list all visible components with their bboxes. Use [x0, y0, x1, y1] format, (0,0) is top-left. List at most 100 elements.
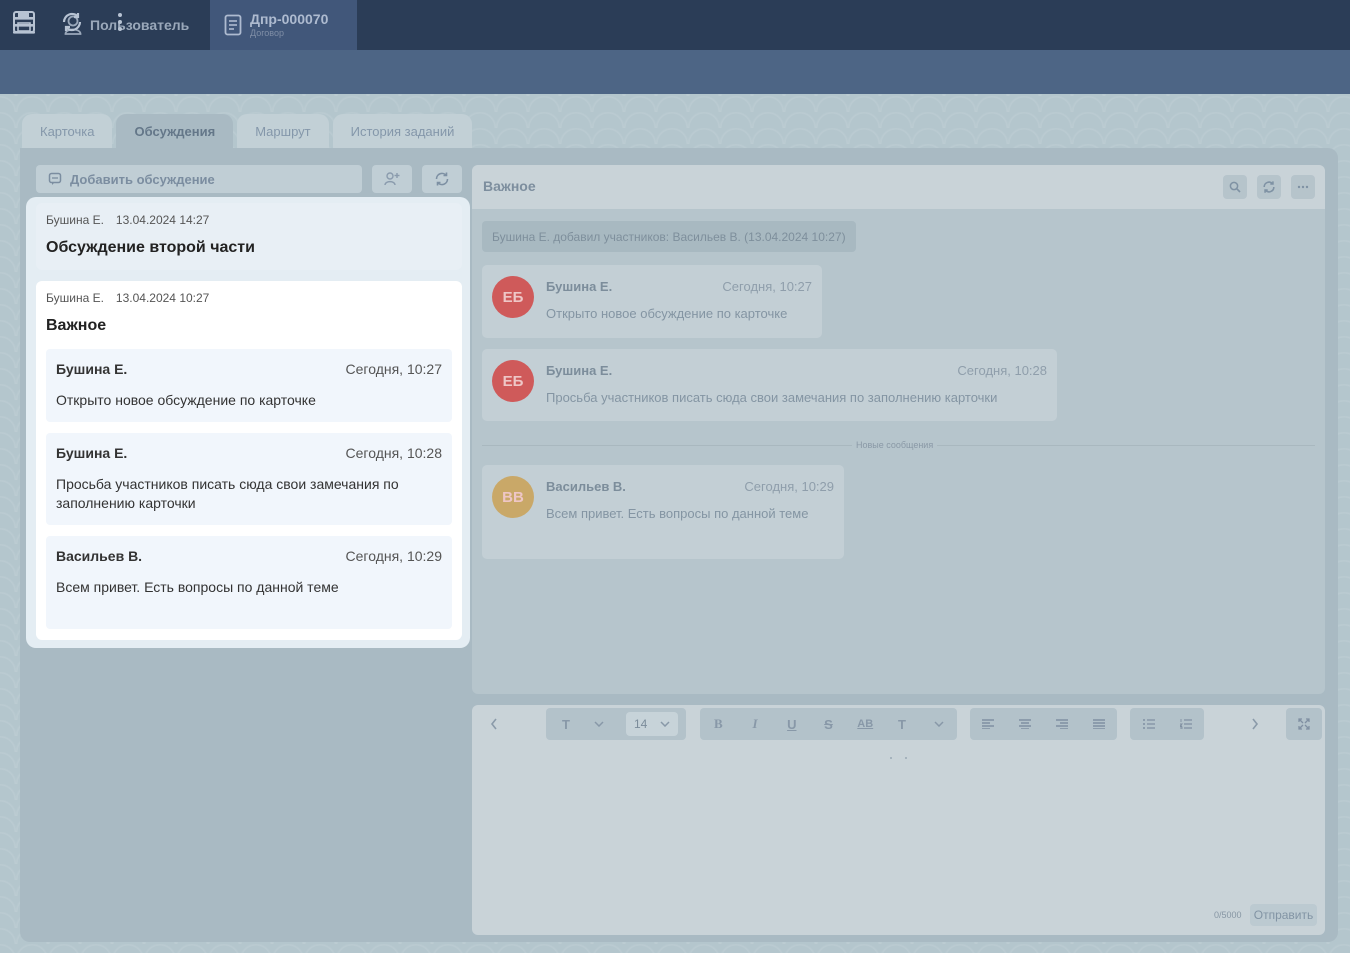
- toolbar: [0, 50, 1350, 94]
- chevron-down-icon: [594, 721, 604, 727]
- numbered-list-button[interactable]: [1167, 708, 1204, 740]
- vertical-dots-icon: [118, 13, 122, 31]
- message-author: Бушина Е.: [56, 361, 128, 377]
- discussion-date: 13.04.2024 14:27: [115, 213, 210, 227]
- refresh-button[interactable]: [57, 7, 87, 37]
- numbered-list-icon: [1179, 719, 1192, 729]
- refresh-icon: [435, 172, 449, 186]
- document-tab-text: Дпр-000070 Договор: [250, 11, 328, 39]
- tab-card[interactable]: Карточка: [22, 114, 113, 148]
- message-author: Бушина Е.: [546, 279, 613, 294]
- editor-resize-handle[interactable]: [888, 747, 910, 759]
- new-messages-label: Новые сообщения: [852, 440, 938, 450]
- message-date: Сегодня, 10:29: [345, 548, 442, 564]
- message-date: Сегодня, 10:27: [345, 361, 442, 377]
- tab-task-history[interactable]: История заданий: [332, 114, 473, 148]
- bulleted-list-icon: [1142, 719, 1155, 729]
- align-center-icon: [1019, 719, 1032, 729]
- chevron-left-icon: [490, 718, 497, 730]
- chat-search-button[interactable]: [1223, 175, 1247, 199]
- tab-discussions[interactable]: Обсуждения: [116, 114, 234, 148]
- underline-button[interactable]: U: [773, 708, 810, 740]
- chat-icon: [48, 172, 62, 185]
- message-author: Бушина Е.: [546, 363, 613, 378]
- chat-message[interactable]: ВВ Васильев В. Сегодня, 10:29 Всем приве…: [482, 465, 844, 559]
- discussion-date: 13.04.2024 10:27: [115, 291, 210, 305]
- add-participant-button[interactable]: [372, 165, 412, 193]
- font-size-value: 14: [634, 717, 648, 731]
- chat-title: Важное: [483, 178, 536, 194]
- expand-icon: [1298, 718, 1310, 730]
- avatar: ЕБ: [492, 360, 534, 402]
- discussion-meta: Бушина Е. 13.04.2024 14:27: [46, 213, 452, 227]
- discussion-author: Бушина Е.: [46, 291, 104, 305]
- font-size-select[interactable]: 14: [626, 712, 678, 736]
- format-group: B I U S AB T: [700, 708, 957, 740]
- bulleted-list-button[interactable]: [1130, 708, 1167, 740]
- align-justify-button[interactable]: [1080, 708, 1117, 740]
- chat-message[interactable]: ЕБ Бушина Е. Сегодня, 10:28 Просьба учас…: [482, 349, 1057, 421]
- bold-button[interactable]: B: [700, 708, 737, 740]
- highlight-button[interactable]: AB: [847, 708, 884, 740]
- align-group: [970, 708, 1117, 740]
- document-type: Договор: [250, 28, 284, 38]
- top-bar: [0, 0, 1350, 50]
- message-author: Васильев В.: [546, 479, 626, 494]
- refresh-icon: [1263, 181, 1275, 193]
- editor-scroll-left-button[interactable]: [483, 712, 505, 736]
- align-left-button[interactable]: [970, 708, 1007, 740]
- align-left-icon: [982, 719, 995, 729]
- text-color-button[interactable]: T: [884, 708, 921, 740]
- message-date: Сегодня, 10:29: [744, 479, 834, 494]
- discussion-preview-message[interactable]: Бушина Е. Сегодня, 10:28 Просьба участни…: [46, 433, 452, 525]
- add-user-icon: [384, 172, 400, 186]
- text-color-dropdown[interactable]: [920, 708, 957, 740]
- message-text: Открыто новое обсуждение по карточке: [546, 306, 788, 321]
- discussion-preview-message[interactable]: Бушина Е. Сегодня, 10:27 Открыто новое о…: [46, 349, 452, 422]
- chat-more-button[interactable]: [1291, 175, 1315, 199]
- send-button[interactable]: Отправить: [1250, 904, 1317, 926]
- chevron-right-icon: [1252, 718, 1259, 730]
- save-icon: [13, 11, 35, 33]
- chevron-down-icon: [660, 721, 670, 727]
- refresh-icon: [62, 12, 82, 32]
- card-tabs: Карточка Обсуждения Маршрут История зада…: [22, 114, 473, 148]
- editor-scroll-right-button[interactable]: [1244, 712, 1266, 736]
- more-actions-button[interactable]: [105, 7, 135, 37]
- grip-dots-icon: [890, 757, 907, 759]
- chat-refresh-button[interactable]: [1257, 175, 1281, 199]
- avatar: ЕБ: [492, 276, 534, 318]
- message-date: Сегодня, 10:28: [345, 445, 442, 461]
- discussion-meta: Бушина Е. 13.04.2024 10:27: [46, 291, 452, 305]
- discussion-item[interactable]: Бушина Е. 13.04.2024 14:27 Обсуждение вт…: [36, 203, 462, 270]
- text-style-dropdown[interactable]: [586, 708, 612, 740]
- message-text: Всем привет. Есть вопросы по данной теме: [56, 579, 339, 595]
- align-right-button[interactable]: [1044, 708, 1081, 740]
- chat-header: [472, 165, 1325, 209]
- strikethrough-button[interactable]: S: [810, 708, 847, 740]
- align-center-button[interactable]: [1007, 708, 1044, 740]
- add-discussion-button[interactable]: Добавить обсуждение: [36, 165, 362, 193]
- align-justify-icon: [1092, 719, 1105, 729]
- chat-message[interactable]: ЕБ Бушина Е. Сегодня, 10:27 Открыто ново…: [482, 265, 822, 338]
- search-icon: [1229, 181, 1241, 193]
- refresh-discussions-button[interactable]: [422, 165, 462, 193]
- tab-route[interactable]: Маршрут: [237, 114, 329, 148]
- message-text: Всем привет. Есть вопросы по данной теме: [546, 506, 809, 521]
- document-tab[interactable]: Дпр-000070 Договор: [210, 0, 357, 50]
- list-group: [1130, 708, 1204, 740]
- save-button[interactable]: [9, 7, 39, 37]
- italic-button[interactable]: I: [737, 708, 774, 740]
- document-icon: [224, 14, 242, 36]
- avatar: ВВ: [492, 476, 534, 518]
- fullscreen-button[interactable]: [1286, 708, 1322, 740]
- message-author: Бушина Е.: [56, 445, 128, 461]
- message-date: Сегодня, 10:27: [722, 279, 812, 294]
- chevron-down-icon: [934, 721, 944, 727]
- discussion-preview-message[interactable]: Васильев В. Сегодня, 10:29 Всем привет. …: [46, 536, 452, 629]
- discussion-title: Обсуждение второй части: [46, 239, 255, 256]
- text-style-button[interactable]: T: [546, 708, 586, 740]
- add-discussion-label: Добавить обсуждение: [70, 171, 215, 187]
- align-right-icon: [1055, 719, 1068, 729]
- message-text: Просьба участников писать сюда свои заме…: [546, 390, 998, 405]
